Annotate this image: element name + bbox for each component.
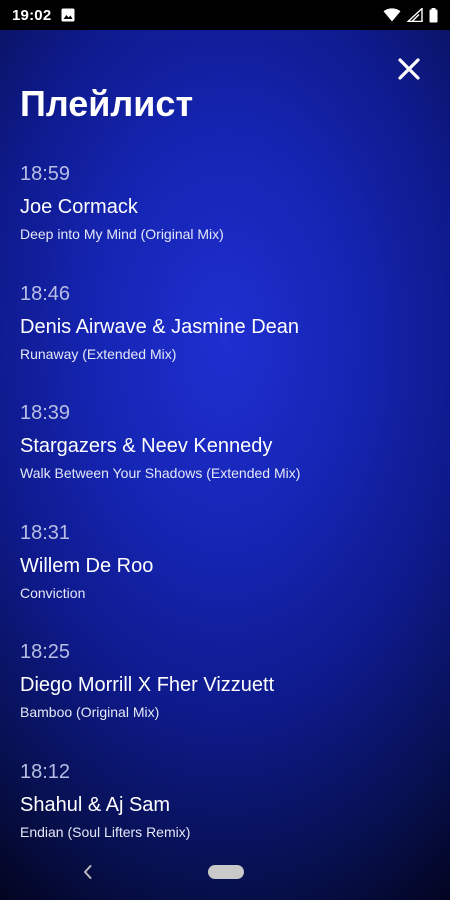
track-title: Runaway (Extended Mix) xyxy=(20,345,177,362)
track-artist: Diego Morrill X Fher Vizzuett xyxy=(20,674,275,696)
image-notification-icon xyxy=(61,8,75,22)
track-time: 18:39 xyxy=(20,402,71,424)
track-artist: Denis Airwave & Jasmine Dean xyxy=(20,315,300,338)
status-bar: 19:02 xyxy=(0,0,450,30)
track-item[interactable]: 18:31 Willem De Roo Conviction xyxy=(20,517,430,637)
track-item[interactable]: 18:59 Joe Cormack Deep into My Mind (Ori… xyxy=(20,158,430,278)
wifi-icon xyxy=(383,8,401,22)
track-item[interactable]: 18:46 Denis Airwave & Jasmine Dean Runaw… xyxy=(20,278,430,398)
status-right-group xyxy=(383,7,438,23)
track-title: Conviction xyxy=(20,584,86,601)
track-time: 18:46 xyxy=(20,282,71,305)
track-time: 18:59 xyxy=(20,163,71,185)
track-title: Deep into My Mind (Original Mix) xyxy=(20,226,224,242)
track-artist: Joe Cormack xyxy=(20,196,138,218)
track-time: 18:12 xyxy=(20,760,71,783)
page-title: Плейлист xyxy=(20,83,194,124)
track-title: Walk Between Your Shadows (Extended Mix) xyxy=(20,465,301,481)
battery-icon xyxy=(429,7,438,23)
track-item[interactable]: 18:25 Diego Morrill X Fher Vizzuett Bamb… xyxy=(20,636,430,756)
status-time: 19:02 xyxy=(12,6,52,24)
track-title: Bamboo (Original Mix) xyxy=(20,704,160,720)
back-chevron-icon xyxy=(82,864,94,880)
home-pill-icon[interactable] xyxy=(208,865,244,879)
track-time: 18:25 xyxy=(20,641,71,663)
track-artist: Stargazers & Neev Kennedy xyxy=(20,435,273,457)
track-artist: Shahul & Aj Sam xyxy=(20,793,171,816)
status-left-group: 19:02 xyxy=(12,7,75,24)
playlist: 18:59 Joe Cormack Deep into My Mind (Ori… xyxy=(20,158,430,875)
back-button[interactable] xyxy=(74,858,102,886)
track-artist: Willem De Roo xyxy=(20,554,154,577)
close-button[interactable] xyxy=(390,52,428,86)
track-title: Endian (Soul Lifters Remix) xyxy=(20,823,191,840)
navigation-bar xyxy=(0,846,450,900)
cellular-signal-icon xyxy=(407,8,423,22)
close-icon xyxy=(398,58,420,80)
track-time: 18:31 xyxy=(20,521,71,544)
track-item[interactable]: 18:39 Stargazers & Neev Kennedy Walk Bet… xyxy=(20,397,430,517)
